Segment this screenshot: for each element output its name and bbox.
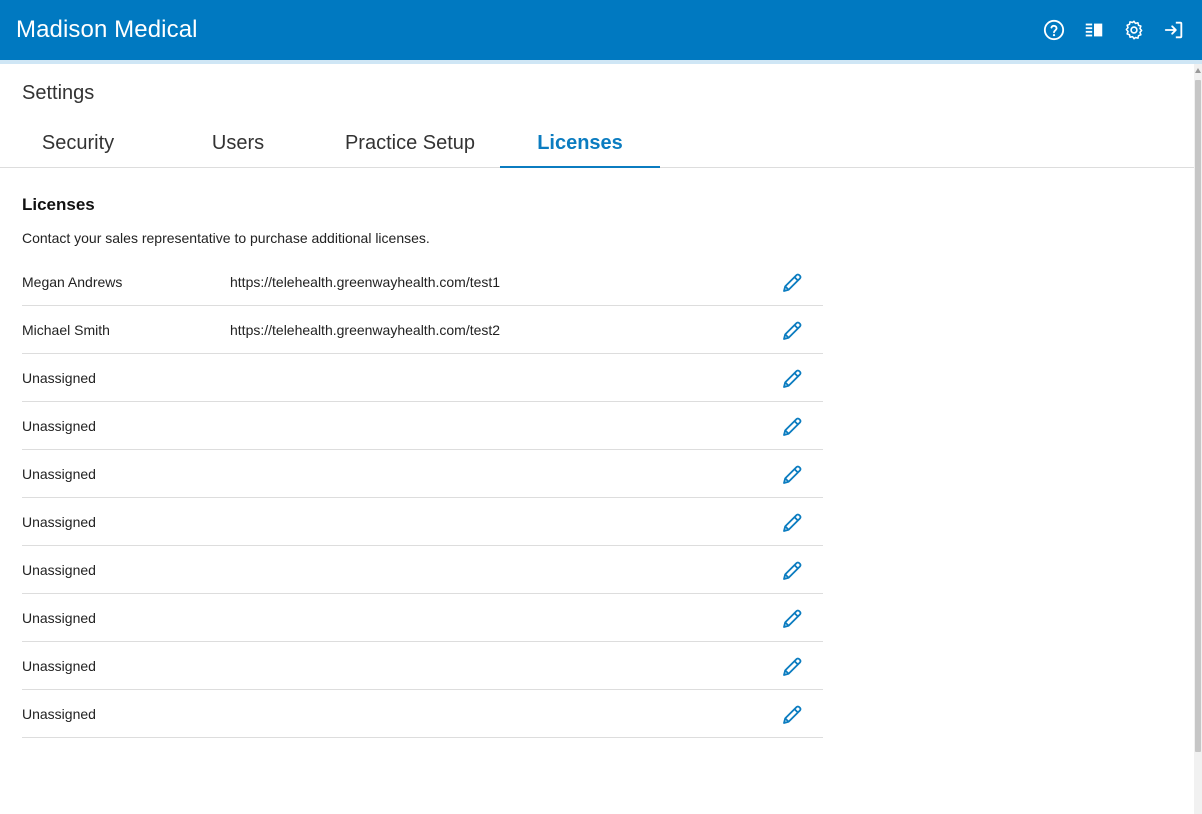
license-assignee: Unassigned: [22, 513, 96, 530]
pencil-icon[interactable]: [779, 510, 805, 536]
pencil-icon[interactable]: [779, 558, 805, 584]
license-row: Unassigned: [22, 594, 823, 642]
pencil-icon[interactable]: [779, 318, 805, 344]
pencil-icon[interactable]: [779, 702, 805, 728]
scroll-up-arrow-icon[interactable]: [1195, 68, 1201, 73]
license-assignee: Unassigned: [22, 609, 96, 626]
settings-tabs: Security Users Practice Setup Licenses: [0, 120, 1194, 168]
app-title: Madison Medical: [16, 16, 198, 43]
license-url: https://telehealth.greenwayhealth.com/te…: [230, 273, 501, 290]
license-assignee: Unassigned: [22, 561, 96, 578]
licenses-heading: Licenses: [22, 195, 95, 214]
tab-users[interactable]: Users: [156, 120, 320, 167]
licenses-note: Contact your sales representative to pur…: [22, 230, 430, 246]
scrollbar[interactable]: [1194, 64, 1202, 814]
license-assignee: Unassigned: [22, 417, 96, 434]
license-url: https://telehealth.greenwayhealth.com/te…: [230, 321, 501, 338]
license-assignee: Michael Smith: [22, 321, 110, 338]
license-assignee: Megan Andrews: [22, 273, 123, 290]
pencil-icon[interactable]: [779, 462, 805, 488]
scrollbar-thumb[interactable]: [1195, 80, 1201, 752]
license-row: Unassigned: [22, 690, 823, 738]
pencil-icon[interactable]: [779, 414, 805, 440]
app-header: Madison Medical: [0, 0, 1202, 60]
pencil-icon[interactable]: [779, 366, 805, 392]
license-assignee: Unassigned: [22, 465, 96, 482]
license-row: Unassigned: [22, 354, 823, 402]
gear-icon[interactable]: [1122, 18, 1146, 42]
header-toolbar: [1042, 18, 1186, 42]
page-title: Settings: [22, 82, 95, 104]
pencil-icon[interactable]: [779, 654, 805, 680]
pencil-icon[interactable]: [779, 270, 805, 296]
help-icon[interactable]: [1042, 18, 1066, 42]
tab-security[interactable]: Security: [0, 120, 156, 167]
license-list: Megan Andrews https://telehealth.greenway…: [22, 258, 823, 738]
license-assignee: Unassigned: [22, 657, 96, 674]
license-row: Unassigned: [22, 450, 823, 498]
columns-icon[interactable]: [1082, 18, 1106, 42]
license-row: Unassigned: [22, 402, 823, 450]
license-row: Unassigned: [22, 546, 823, 594]
sign-out-icon[interactable]: [1162, 18, 1186, 42]
license-assignee: Unassigned: [22, 369, 96, 386]
license-row: Unassigned: [22, 642, 823, 690]
license-row: Unassigned: [22, 498, 823, 546]
pencil-icon[interactable]: [779, 606, 805, 632]
header-divider: [0, 60, 1202, 64]
license-row: Megan Andrews https://telehealth.greenway…: [22, 258, 823, 306]
tab-licenses[interactable]: Licenses: [500, 120, 660, 168]
tab-practice-setup[interactable]: Practice Setup: [320, 120, 500, 167]
license-row: Michael Smith https://telehealth.greenway…: [22, 306, 823, 354]
license-assignee: Unassigned: [22, 705, 96, 722]
